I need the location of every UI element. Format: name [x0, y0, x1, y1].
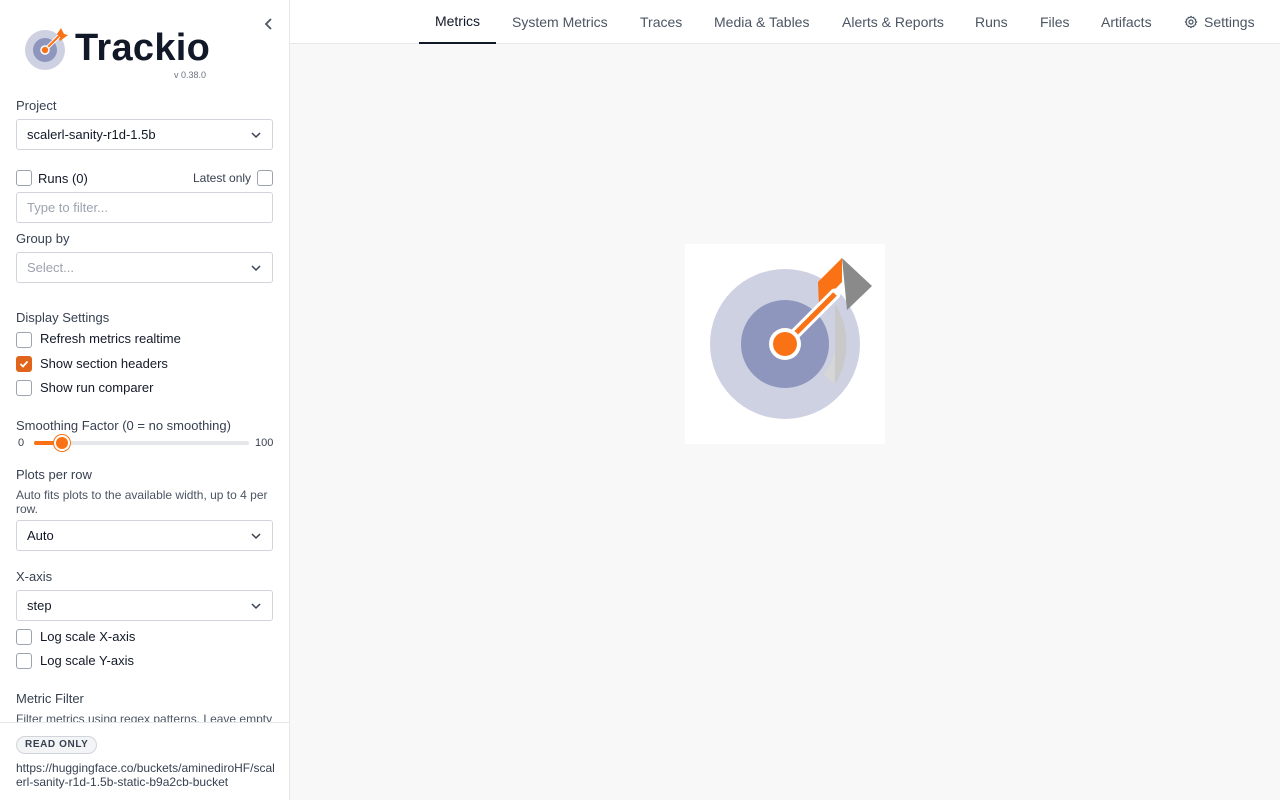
tab-media-tables[interactable]: Media & Tables	[714, 0, 809, 44]
refresh-realtime-checkbox[interactable]	[16, 332, 32, 348]
smoothing-max: 100	[255, 437, 274, 449]
plots-per-row-label: Plots per row	[16, 467, 92, 482]
chevron-down-icon	[251, 602, 261, 609]
show-section-headers-checkbox[interactable]	[16, 356, 32, 372]
latest-only-label: Latest only	[193, 171, 252, 185]
gear-icon	[1184, 15, 1198, 29]
runs-filter-input[interactable]	[16, 192, 273, 223]
tab-alerts-reports[interactable]: Alerts & Reports	[842, 0, 944, 44]
smoothing-label: Smoothing Factor (0 = no smoothing)	[16, 418, 231, 433]
app-version: v 0.38.0	[173, 70, 206, 80]
tab-metrics[interactable]: Metrics	[419, 0, 496, 44]
tab-traces[interactable]: Traces	[640, 0, 682, 44]
sidebar-scroll-area[interactable]: Trackio v 0.38.0 Project scalerl-sanity-…	[0, 0, 289, 722]
x-axis-select[interactable]: step	[16, 590, 273, 621]
tab-settings-label: Settings	[1204, 14, 1255, 30]
show-run-comparer-label: Show run comparer	[40, 380, 154, 395]
metric-filter-label: Metric Filter	[16, 691, 84, 706]
log-scale-y-label: Log scale Y-axis	[40, 653, 134, 668]
tab-settings[interactable]: Settings	[1184, 0, 1255, 44]
select-all-runs-checkbox[interactable]	[16, 170, 32, 186]
runs-label: Runs (0)	[38, 171, 88, 186]
tab-artifacts[interactable]: Artifacts	[1101, 0, 1152, 44]
chevron-down-icon	[251, 532, 261, 539]
bucket-url[interactable]: https://huggingface.co/buckets/aminediro…	[16, 761, 278, 789]
smoothing-slider[interactable]	[34, 435, 249, 451]
check-icon	[19, 360, 29, 368]
sidebar-footer: READ ONLY https://huggingface.co/buckets…	[0, 722, 289, 800]
read-only-badge: READ ONLY	[16, 736, 98, 754]
group-by-select[interactable]: Select...	[16, 252, 273, 283]
trackio-logo: Trackio v 0.38.0	[24, 26, 214, 82]
group-by-label: Group by	[16, 231, 70, 246]
chevron-down-icon	[251, 131, 261, 138]
collapse-sidebar-button[interactable]	[262, 16, 276, 32]
target-dart-icon	[710, 258, 872, 419]
smoothing-min: 0	[18, 437, 25, 449]
group-by-placeholder: Select...	[27, 260, 74, 275]
show-run-comparer-checkbox[interactable]	[16, 380, 32, 396]
smoothing-slider-thumb[interactable]	[53, 435, 70, 451]
target-dart-icon	[25, 28, 68, 70]
tab-system-metrics[interactable]: System Metrics	[512, 0, 608, 44]
latest-only-checkbox[interactable]	[257, 170, 273, 186]
main-content	[290, 44, 1280, 800]
display-settings-label: Display Settings	[16, 310, 110, 325]
metric-filter-description: Filter metrics using regex patterns. Lea…	[16, 712, 273, 722]
sidebar: Trackio v 0.38.0 Project scalerl-sanity-…	[0, 0, 290, 800]
plots-per-row-description: Auto fits plots to the available width, …	[16, 488, 268, 516]
log-scale-x-checkbox[interactable]	[16, 629, 32, 645]
project-select-value: scalerl-sanity-r1d-1.5b	[27, 127, 156, 142]
project-select[interactable]: scalerl-sanity-r1d-1.5b	[16, 119, 273, 150]
tab-files[interactable]: Files	[1040, 0, 1070, 44]
chevron-down-icon	[251, 264, 261, 271]
log-scale-x-label: Log scale X-axis	[40, 629, 136, 644]
app-name: Trackio	[75, 27, 211, 69]
log-scale-y-checkbox[interactable]	[16, 653, 32, 669]
loading-logo	[685, 244, 885, 444]
x-axis-value: step	[27, 598, 52, 613]
chevron-left-icon	[264, 18, 272, 30]
project-label: Project	[16, 98, 57, 113]
tab-runs[interactable]: Runs	[975, 0, 1008, 44]
refresh-realtime-label: Refresh metrics realtime	[40, 331, 181, 346]
x-axis-label: X-axis	[16, 569, 53, 584]
top-nav: Metrics System Metrics Traces Media & Ta…	[290, 0, 1280, 44]
plots-per-row-value: Auto	[27, 528, 54, 543]
show-section-headers-label: Show section headers	[40, 356, 168, 371]
plots-per-row-select[interactable]: Auto	[16, 520, 273, 551]
